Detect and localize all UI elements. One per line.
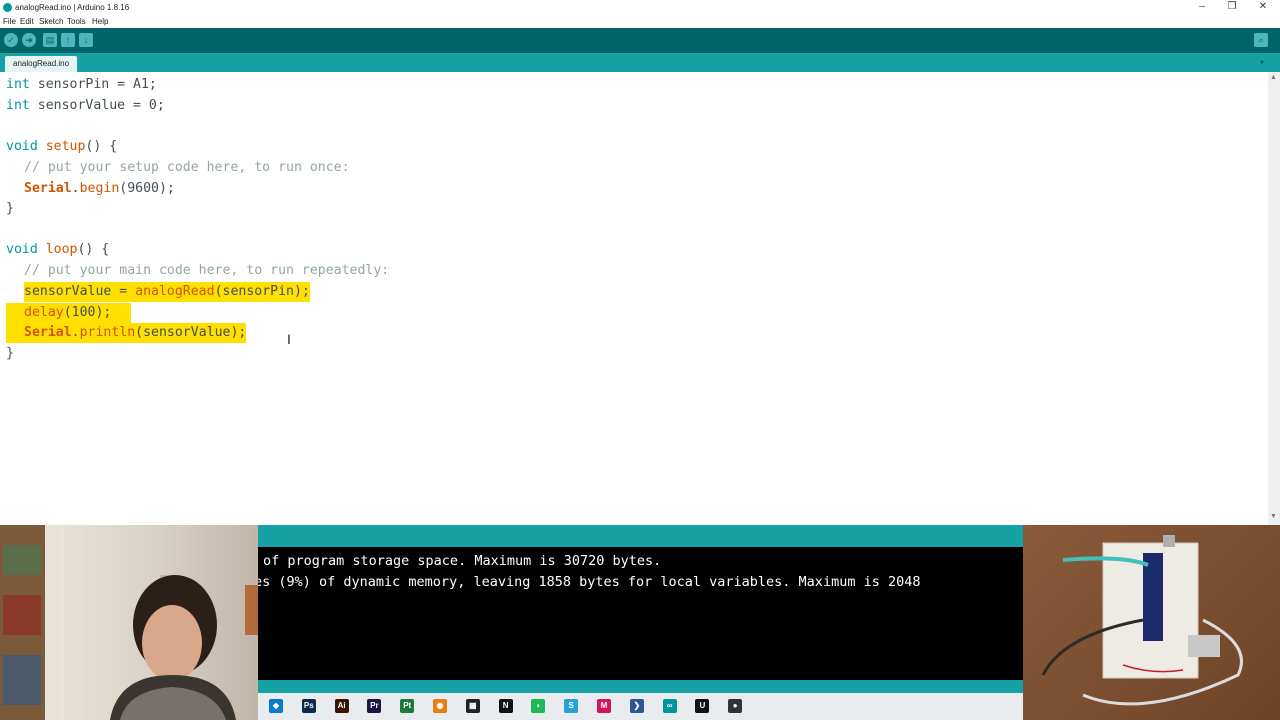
code-line-12-selected: delay(100); <box>24 303 132 323</box>
webcam-circuit-video <box>1023 525 1280 720</box>
selection-margin <box>6 303 24 343</box>
close-button[interactable]: ✕ <box>1248 1 1278 12</box>
app-m-icon[interactable]: M <box>597 699 611 713</box>
minimize-button[interactable]: – <box>1187 1 1217 12</box>
comment: // put your main code here, to run repea… <box>24 263 390 278</box>
code-line-9: void loop() { <box>6 240 109 260</box>
pycharm-icon[interactable]: Pt <box>400 699 415 713</box>
code-text: sensorValue = <box>24 284 136 299</box>
code-line-14: } <box>6 346 14 361</box>
code-line-10: // put your main code here, to run repea… <box>24 261 389 281</box>
void-keyword: void <box>6 139 38 154</box>
code-line-6: Serial.begin(9600); <box>24 179 175 199</box>
window-title: analogRead.ino | Arduino 1.8.16 <box>15 3 130 12</box>
new-sketch-button[interactable]: ▤ <box>43 33 57 47</box>
menu-help[interactable]: Help <box>92 17 108 26</box>
notion-icon[interactable]: N <box>498 699 513 713</box>
spotify-icon[interactable]: ◗ <box>531 699 546 713</box>
code-line-7: } <box>6 201 14 216</box>
console-output: of program storage space. Maximum is 307… <box>258 547 1023 680</box>
println-function: println <box>79 325 136 340</box>
tab-menu-icon[interactable]: ▾ <box>1260 58 1264 67</box>
delay-function: delay <box>24 305 64 320</box>
serial-class: Serial <box>24 325 72 340</box>
obs-icon[interactable]: ● <box>728 699 743 713</box>
menu-file[interactable]: File <box>3 17 16 26</box>
menu-sketch[interactable]: Sketch <box>39 17 63 26</box>
unreal-icon[interactable]: U <box>695 699 710 713</box>
code-line-11-selected: sensorValue = analogRead(sensorPin); <box>24 282 310 302</box>
menu-edit[interactable]: Edit <box>20 17 34 26</box>
code-editor[interactable]: int sensorPin = A1; int sensorValue = 0;… <box>0 72 1268 525</box>
film-icon[interactable]: ▦ <box>465 699 480 713</box>
code-text: (sensorPin); <box>214 284 310 299</box>
open-button[interactable]: ↑ <box>61 33 75 47</box>
analogread-function: analogRead <box>135 284 215 299</box>
title-bar: analogRead.ino | Arduino 1.8.16 – ❐ ✕ <box>0 0 1280 15</box>
ide-footer <box>258 680 1023 693</box>
menu-bar: File Edit Sketch Tools Help <box>0 15 1280 28</box>
code-text: () { <box>77 242 110 257</box>
photoshop-icon[interactable]: Ps <box>301 699 316 713</box>
app-s-icon[interactable]: S <box>564 699 579 713</box>
breadboard-circuit-image <box>1041 535 1243 706</box>
code-text: . <box>71 325 80 340</box>
loop-function: loop <box>45 242 78 257</box>
void-keyword: void <box>6 242 38 257</box>
type-keyword: int <box>6 98 30 113</box>
verify-button[interactable]: ✓ <box>4 33 18 47</box>
illustrator-icon[interactable]: Ai <box>334 699 349 713</box>
arduino-icon[interactable]: ∞ <box>662 699 677 713</box>
tab-bar: analogRead.ino ▾ <box>0 53 1280 72</box>
comment: // put your setup code here, to run once… <box>24 160 350 175</box>
serial-class: Serial <box>24 181 72 196</box>
tab-analogread[interactable]: analogRead.ino <box>5 56 78 72</box>
console-line-1: of program storage space. Maximum is 307… <box>263 553 662 569</box>
text-cursor: I <box>287 331 291 347</box>
powershell-icon[interactable]: ❯ <box>629 699 644 713</box>
code-text: . <box>71 181 80 196</box>
webcam-person-image <box>0 525 258 720</box>
toolbar: ✓ ➜ ▤ ↑ ↓ ⌕ <box>0 28 1280 53</box>
editor-scrollbar[interactable]: ▲ ▼ <box>1268 72 1280 525</box>
premiere-icon[interactable]: Pr <box>367 699 382 713</box>
code-text: (100); <box>63 305 112 320</box>
menu-tools[interactable]: Tools <box>67 17 86 26</box>
code-line-1: int sensorPin = A1; <box>6 75 157 95</box>
code-text: (9600); <box>119 181 175 196</box>
code-line-2: int sensorValue = 0; <box>6 96 165 116</box>
code-line-13-selected: Serial.println(sensorValue); <box>24 323 247 343</box>
type-keyword: int <box>6 77 30 92</box>
arduino-app-icon <box>3 3 12 12</box>
vscode-icon[interactable]: ◆ <box>269 699 283 713</box>
restore-button[interactable]: ❐ <box>1217 1 1247 12</box>
blender-icon[interactable]: ◉ <box>433 699 447 713</box>
code-text: (sensorValue); <box>135 325 247 340</box>
code-text: () { <box>85 139 118 154</box>
scroll-up-icon[interactable]: ▲ <box>1270 74 1277 81</box>
console-line-2: es (9%) of dynamic memory, leaving 1858 … <box>258 574 921 590</box>
taskbar: ◆ Ps Ai Pr Pt ◉ ▦ N ◗ S M ❯ ∞ U ● <box>258 693 1023 720</box>
begin-function: begin <box>79 181 120 196</box>
code-line-5: // put your setup code here, to run once… <box>24 158 350 178</box>
scroll-down-icon[interactable]: ▼ <box>1270 513 1277 520</box>
save-button[interactable]: ↓ <box>79 33 93 47</box>
serial-monitor-button[interactable]: ⌕ <box>1254 33 1268 47</box>
code-text: sensorValue = 0; <box>29 98 165 113</box>
webcam-person-video <box>0 525 258 720</box>
upload-button[interactable]: ➜ <box>22 33 36 47</box>
code-line-4: void setup() { <box>6 137 117 157</box>
code-text: sensorPin = A1; <box>29 77 157 92</box>
setup-function: setup <box>45 139 86 154</box>
